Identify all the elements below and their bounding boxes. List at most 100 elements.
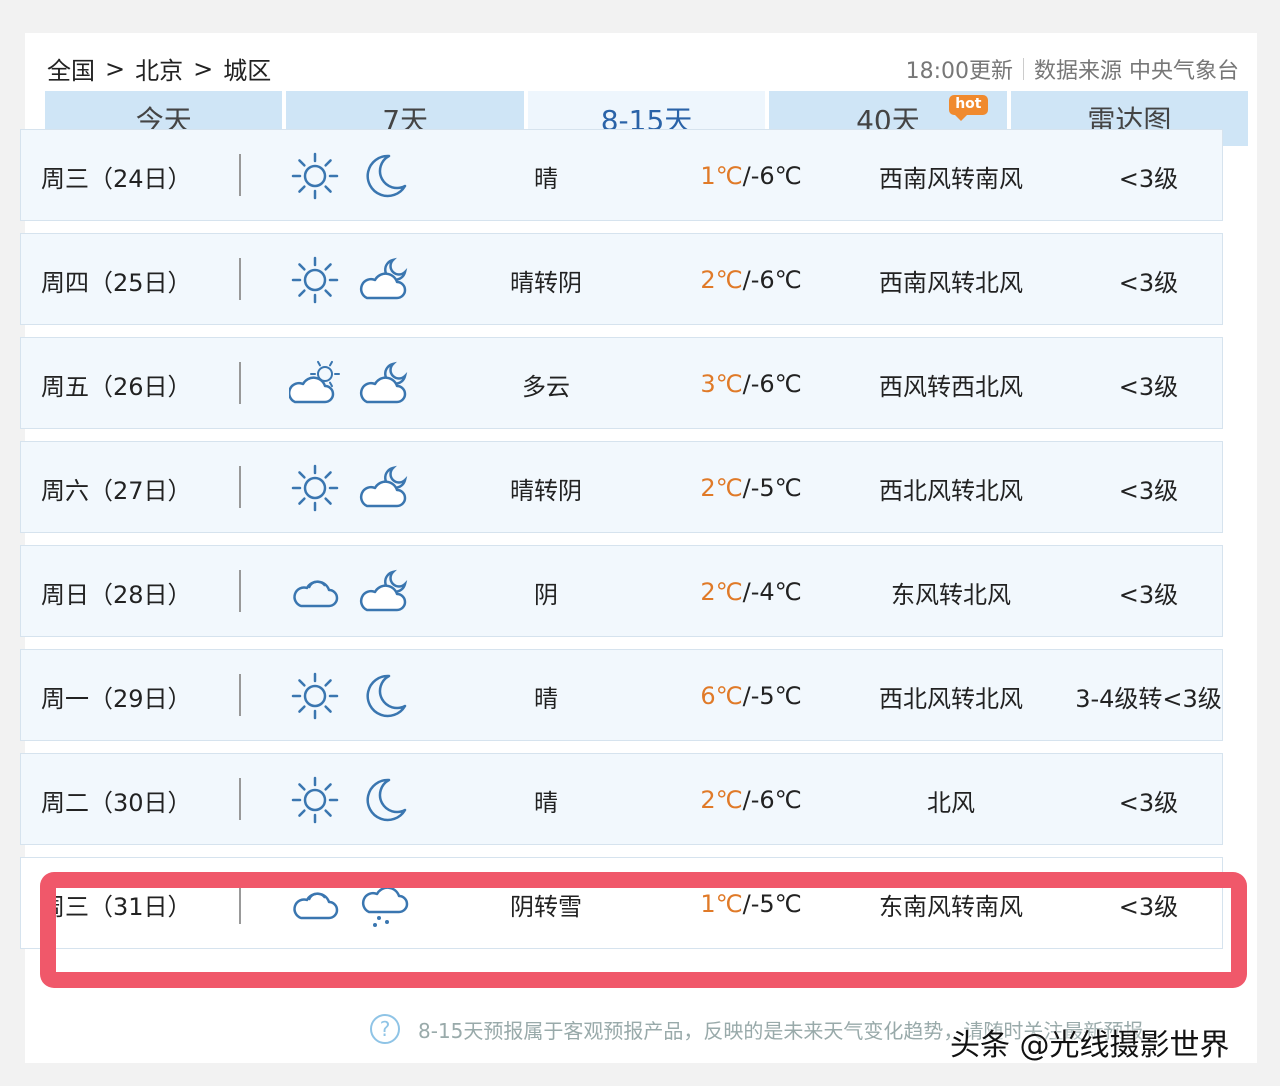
- help-icon[interactable]: ?: [370, 1014, 400, 1044]
- wind-direction: 北风: [927, 788, 975, 817]
- high-temp: 2℃: [700, 786, 743, 814]
- wind-level: <3级: [1118, 164, 1179, 193]
- wind-direction: 东风转北风: [891, 580, 1011, 609]
- temperature: 2℃/-6℃: [661, 754, 841, 846]
- moon-icon: [359, 150, 411, 202]
- weather-icons: [289, 650, 411, 742]
- weather-condition: 晴: [534, 164, 558, 193]
- forecast-date: 周一（29日）: [41, 684, 192, 713]
- update-time: 18:00更新: [905, 59, 1013, 84]
- low-temp: /-5℃: [742, 682, 802, 710]
- row-divider: [239, 674, 241, 716]
- forecast-row: 周日（28日） 阴 2℃/-4℃ 东风转北风 <3级: [20, 545, 1223, 637]
- wind-direction: 西南风转北风: [879, 268, 1023, 297]
- sun-icon: [289, 774, 341, 826]
- forecast-date: 周三（24日）: [41, 164, 192, 193]
- weather-icons: [289, 442, 411, 534]
- meta-divider: [1023, 58, 1024, 80]
- low-temp: /-6℃: [742, 162, 802, 190]
- weather-icons: [289, 754, 411, 846]
- low-temp: /-5℃: [742, 474, 802, 502]
- weather-condition: 晴转阴: [510, 476, 582, 505]
- row-divider: [239, 258, 241, 300]
- temperature: 6℃/-5℃: [661, 650, 841, 742]
- temperature: 3℃/-6℃: [661, 338, 841, 430]
- breadcrumb-separator: >: [193, 54, 214, 83]
- high-temp: 1℃: [700, 162, 743, 190]
- wind-level: <3级: [1118, 580, 1179, 609]
- moon-icon: [359, 774, 411, 826]
- breadcrumb: 全国 > 北京 > 城区: [47, 51, 271, 86]
- update-meta: 18:00更新 数据来源 中央气象台: [906, 53, 1239, 85]
- low-temp: /-6℃: [742, 266, 802, 294]
- row-divider: [239, 154, 241, 196]
- wind-level: <3级: [1118, 788, 1179, 817]
- weather-condition: 阴转雪: [510, 892, 582, 921]
- sun-icon: [289, 462, 341, 514]
- weather-icons: [289, 546, 411, 638]
- row-divider: [239, 882, 241, 924]
- moon-cloud-icon: [359, 358, 411, 410]
- sun-icon: [289, 254, 341, 306]
- forecast-row: 周四（25日） 晴转阴 2℃/-6℃ 西南风转北风 <3级: [20, 233, 1223, 325]
- temperature: 1℃/-5℃: [661, 858, 841, 950]
- temperature: 2℃/-5℃: [661, 442, 841, 534]
- forecast-date: 周五（26日）: [41, 372, 192, 401]
- breadcrumb-city[interactable]: 北京: [135, 51, 183, 86]
- low-temp: /-4℃: [742, 578, 802, 606]
- wind-level: <3级: [1118, 476, 1179, 505]
- high-temp: 6℃: [700, 682, 743, 710]
- wind-level: <3级: [1118, 268, 1179, 297]
- forecast-row: 周一（29日） 晴 6℃/-5℃ 西北风转北风 3-4级转<3级: [20, 649, 1223, 741]
- watermark: 头条 @光线摄影世界: [950, 1028, 1230, 1063]
- wind-direction: 西北风转北风: [879, 684, 1023, 713]
- breadcrumb-district[interactable]: 城区: [223, 51, 271, 86]
- forecast-row: 周三（24日） 晴 1℃/-6℃ 西南风转南风 <3级: [20, 129, 1223, 221]
- wind-direction: 东南风转南风: [879, 892, 1023, 921]
- sun-icon: [289, 670, 341, 722]
- cloud-icon: [289, 878, 341, 930]
- weather-condition: 晴: [534, 788, 558, 817]
- temperature: 2℃/-6℃: [661, 234, 841, 326]
- row-divider: [239, 362, 241, 404]
- wind-direction: 西北风转北风: [879, 476, 1023, 505]
- breadcrumb-separator: >: [105, 54, 126, 83]
- low-temp: /-6℃: [742, 786, 802, 814]
- forecast-row: 周三（31日） 阴转雪 1℃/-5℃ 东南风转南风 <3级: [20, 857, 1223, 949]
- moon-cloud-icon: [359, 566, 411, 618]
- high-temp: 1℃: [700, 890, 743, 918]
- row-divider: [239, 570, 241, 612]
- forecast-row: 周二（30日） 晴 2℃/-6℃ 北风 <3级: [20, 753, 1223, 845]
- forecast-date: 周三（31日）: [41, 892, 192, 921]
- wind-direction: 西风转西北风: [879, 372, 1023, 401]
- high-temp: 2℃: [700, 474, 743, 502]
- weather-condition: 晴转阴: [510, 268, 582, 297]
- weather-icons: [289, 858, 411, 950]
- sun-cloud-icon: [289, 358, 341, 410]
- weather-condition: 阴: [534, 580, 558, 609]
- forecast-date: 周四（25日）: [41, 268, 192, 297]
- moon-cloud-icon: [359, 254, 411, 306]
- weather-icons: [289, 338, 411, 430]
- weather-condition: 晴: [534, 684, 558, 713]
- forecast-date: 周日（28日）: [41, 580, 192, 609]
- snow-cloud-icon: [359, 878, 411, 930]
- temperature: 1℃/-6℃: [661, 130, 841, 222]
- weather-icons: [289, 130, 411, 222]
- top-bar: 全国 > 北京 > 城区 18:00更新 数据来源 中央气象台: [25, 33, 1257, 91]
- forecast-date: 周二（30日）: [41, 788, 192, 817]
- sun-icon: [289, 150, 341, 202]
- hot-badge: hot: [949, 95, 988, 121]
- row-divider: [239, 466, 241, 508]
- wind-level: <3级: [1118, 892, 1179, 921]
- wind-level: <3级: [1118, 372, 1179, 401]
- forecast-row: 周五（26日） 多云 3℃/-6℃ 西风转西北风 <3级: [20, 337, 1223, 429]
- low-temp: /-6℃: [742, 370, 802, 398]
- high-temp: 2℃: [700, 266, 743, 294]
- breadcrumb-country[interactable]: 全国: [47, 51, 95, 86]
- high-temp: 3℃: [700, 370, 743, 398]
- forecast-list: 周三（24日）晴 1℃/-6℃ 西南风转南风 <3级 周四（25日） 晴转阴 2℃/-6℃ 西…: [20, 129, 1223, 961]
- weather-icons: [289, 234, 411, 326]
- low-temp: /-5℃: [742, 890, 802, 918]
- temperature: 2℃/-4℃: [661, 546, 841, 638]
